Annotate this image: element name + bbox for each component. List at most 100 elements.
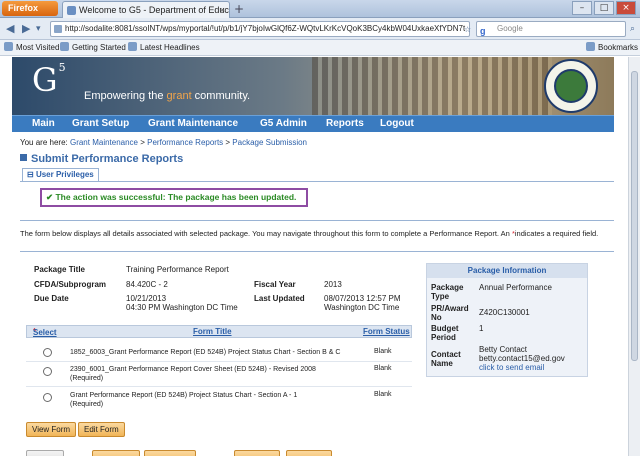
new-tab-icon[interactable]: + [234,2,244,16]
close-tab-icon[interactable]: × [220,2,225,18]
bookmark-icon [60,42,69,51]
divider [20,251,614,252]
due-date-value: 10/21/2013 04:30 PM Washington DC Time [126,294,238,312]
search-placeholder: Google [497,24,523,33]
bookmark-latest-headlines[interactable]: Latest Headlines [128,42,200,54]
cut-off-button[interactable] [26,450,64,456]
form-title: 1852_6003_Grant Performance Report (ED 5… [70,349,341,356]
form-status: Blank [374,391,392,398]
scrollbar-thumb[interactable] [631,71,638,361]
contact-value: Betty Contact betty.contact15@ed.gov click… [479,345,565,372]
cut-off-button[interactable] [234,450,280,456]
browser-titlebar: Firefox Welcome to G5 - Department of Ed… [0,0,640,18]
banner-tagline: Empowering the grant community. [84,90,251,102]
col-form-title[interactable]: Form Title [193,327,232,336]
dropdown-icon[interactable]: ▾ [36,21,41,37]
divider [20,181,614,182]
package-type-label: Package Type [431,283,464,301]
bookmark-most-visited[interactable]: Most Visited [4,42,59,54]
maximize-icon[interactable]: □ [594,1,614,15]
last-updated-label: Last Updated [254,294,305,303]
form-title: 2390_6001_Grant Performance Report Cover… [70,366,316,382]
menu-grant-maintenance[interactable]: Grant Maintenance [148,117,238,131]
g5-logo: G5 [32,61,67,99]
col-form-status[interactable]: Form Status [363,327,410,336]
package-type-value: Annual Performance [479,283,552,292]
package-info-header: Package Information [427,264,587,278]
bookmark-getting-started[interactable]: Getting Started [60,42,126,54]
cfda-value: 84.420C - 2 [126,280,168,289]
cut-off-button[interactable] [144,450,196,456]
package-info-panel: Package Information Package Type Annual … [426,263,588,377]
search-go-icon[interactable]: ⌕ [630,21,635,37]
form-select-radio[interactable] [43,348,52,357]
pr-award-label: PR/Award No [431,304,469,322]
send-email-link[interactable]: click to send email [479,363,544,372]
bookmark-icon [586,42,595,51]
menu-reports[interactable]: Reports [326,117,364,131]
budget-period-value: 1 [479,324,484,333]
user-privileges-tab[interactable]: ⊟ User Privileges [22,168,99,181]
firefox-menu-button[interactable]: Firefox [2,1,58,16]
favicon-icon [67,6,76,15]
site-identity-icon [54,25,62,33]
form-select-radio[interactable] [43,393,52,402]
breadcrumb-grant-maintenance[interactable]: Grant Maintenance [70,138,138,147]
cut-off-button[interactable] [286,450,332,456]
page-scrollbar[interactable] [628,57,640,456]
success-message: ✔ The action was successful: The package… [40,188,308,207]
form-select-radio[interactable] [43,367,52,376]
row-divider [26,361,412,362]
rss-icon [128,42,137,51]
bookmark-icon [4,42,13,51]
package-title-value: Training Performance Report [126,265,229,274]
divider [20,220,614,221]
cut-off-button[interactable] [92,450,140,456]
cfda-label: CFDA/Subprogram [34,280,106,289]
package-title-label: Package Title [34,265,85,274]
contact-name-label: Contact Name [431,350,461,368]
department-seal-logo [544,59,598,113]
star-icon[interactable]: ☆ [464,22,471,38]
pr-award-value: Z420C130001 [479,308,530,317]
bookmarks-menu[interactable]: Bookmarks [586,42,638,54]
library-shelves-image [312,57,552,115]
minimize-icon[interactable]: – [572,1,592,15]
col-select: Select * [33,327,57,337]
breadcrumb-package-submission[interactable]: Package Submission [232,138,307,147]
url-bar[interactable]: http://sodalite:8081/ssoINT/wps/myportal… [50,21,470,37]
breadcrumb: You are here: Grant Maintenance > Perfor… [20,138,308,147]
browser-tab[interactable]: Welcome to G5 - Department of Educati...… [62,1,230,18]
form-status: Blank [374,365,392,372]
budget-period-label: Budget Period [431,324,459,342]
main-menu: Main Grant Setup Grant Maintenance G5 Ad… [12,115,614,132]
browser-navbar: ◀ ▶ ▾ http://sodalite:8081/ssoINT/wps/my… [0,18,640,40]
forms-table-header: Select * Form Title Form Status [26,325,412,338]
close-window-icon[interactable]: × [616,1,636,15]
search-input[interactable]: g Google [476,21,626,37]
intro-text: The form below displays all details asso… [20,229,599,238]
row-divider [26,386,412,387]
forward-icon[interactable]: ▶ [22,21,30,37]
fiscal-year-value: 2013 [324,280,342,289]
page-title: Submit Performance Reports [20,153,183,165]
menu-grant-setup[interactable]: Grant Setup [72,117,129,131]
google-icon: g [480,26,486,36]
menu-logout[interactable]: Logout [380,117,414,131]
last-updated-value: 08/07/2013 12:57 PM Washington DC Time [324,294,401,312]
due-date-label: Due Date [34,294,69,303]
g5-banner: G5 Empowering the grant community. [12,57,614,115]
breadcrumb-performance-reports[interactable]: Performance Reports [147,138,223,147]
menu-main[interactable]: Main [32,117,55,131]
section-bullet-icon [20,154,27,161]
form-title: Grant Performance Report (ED 524B) Proje… [70,392,298,408]
tab-title: Welcome to G5 - Department of Educati... [79,5,230,15]
edit-form-button[interactable]: Edit Form [78,422,125,437]
expand-icon: ⊟ [27,170,36,179]
back-icon[interactable]: ◀ [6,21,14,37]
bookmarks-toolbar: Most Visited Getting Started Latest Head… [0,40,640,56]
menu-g5-admin[interactable]: G5 Admin [260,117,307,131]
page-content: G5 Empowering the grant community. Main … [0,57,628,456]
fiscal-year-label: Fiscal Year [254,280,296,289]
view-form-button[interactable]: View Form [26,422,77,437]
